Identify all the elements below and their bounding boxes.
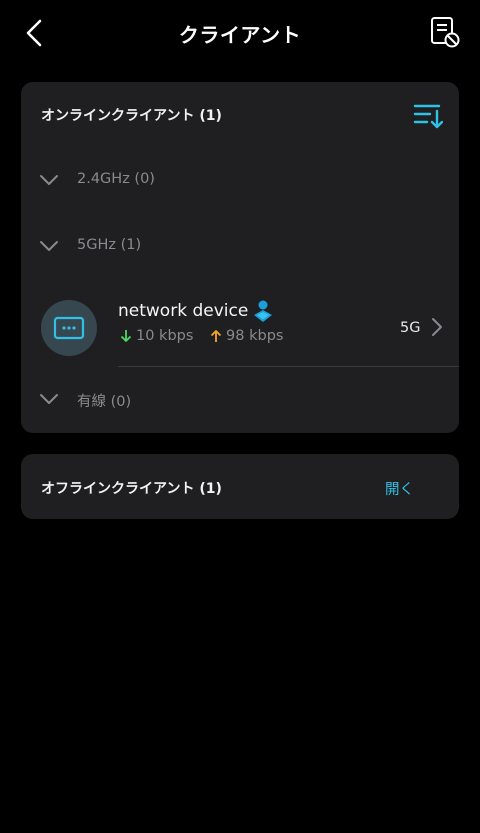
offline-clients-card: オフラインクライアント (1) 開く [21,454,459,519]
upload-speed-value: 98 kbps [226,328,284,344]
chevron-down-icon [40,241,58,251]
header: クライアント [0,0,480,66]
upload-speed: 98 kbps [210,328,283,344]
client-name: network device [118,301,249,321]
group-2-4ghz[interactable]: 2.4GHz (0) [39,167,339,195]
blocked-list-icon [431,17,460,48]
group-wired[interactable]: 有線 (0) [39,386,339,414]
sort-button[interactable] [413,102,444,130]
parental-control-person-icon [254,300,272,322]
device-icon [53,316,85,340]
chevron-right-icon [432,318,442,336]
group-5ghz[interactable]: 5GHz (1) [39,233,339,261]
client-speeds: 10 kbps 98 kbps [120,328,295,344]
client-band: 5G [400,320,421,336]
chevron-down-icon [40,394,58,404]
offline-clients-title: オフラインクライアント (1) [41,481,222,497]
online-clients-title: オンラインクライアント (1) [41,108,222,124]
online-clients-card: オンラインクライアント (1) 2.4GHz (0) 5GHz (1) netw… [21,82,459,433]
download-speed: 10 kbps [120,328,193,344]
divider [118,366,459,367]
client-row[interactable]: network device 10 kbps 98 kbps 5G [21,292,459,367]
open-button[interactable]: 開く [385,478,414,499]
blocked-list-button[interactable] [429,16,461,48]
page-title: クライアント [178,23,302,47]
group-label: 有線 (0) [77,394,132,410]
group-label: 2.4GHz (0) [77,171,155,187]
sort-list-icon [413,104,444,129]
chevron-down-icon [40,175,58,185]
download-arrow-icon [120,330,132,342]
avatar [41,300,97,356]
download-speed-value: 10 kbps [136,328,194,344]
group-label: 5GHz (1) [77,237,142,253]
upload-arrow-icon [210,330,222,342]
